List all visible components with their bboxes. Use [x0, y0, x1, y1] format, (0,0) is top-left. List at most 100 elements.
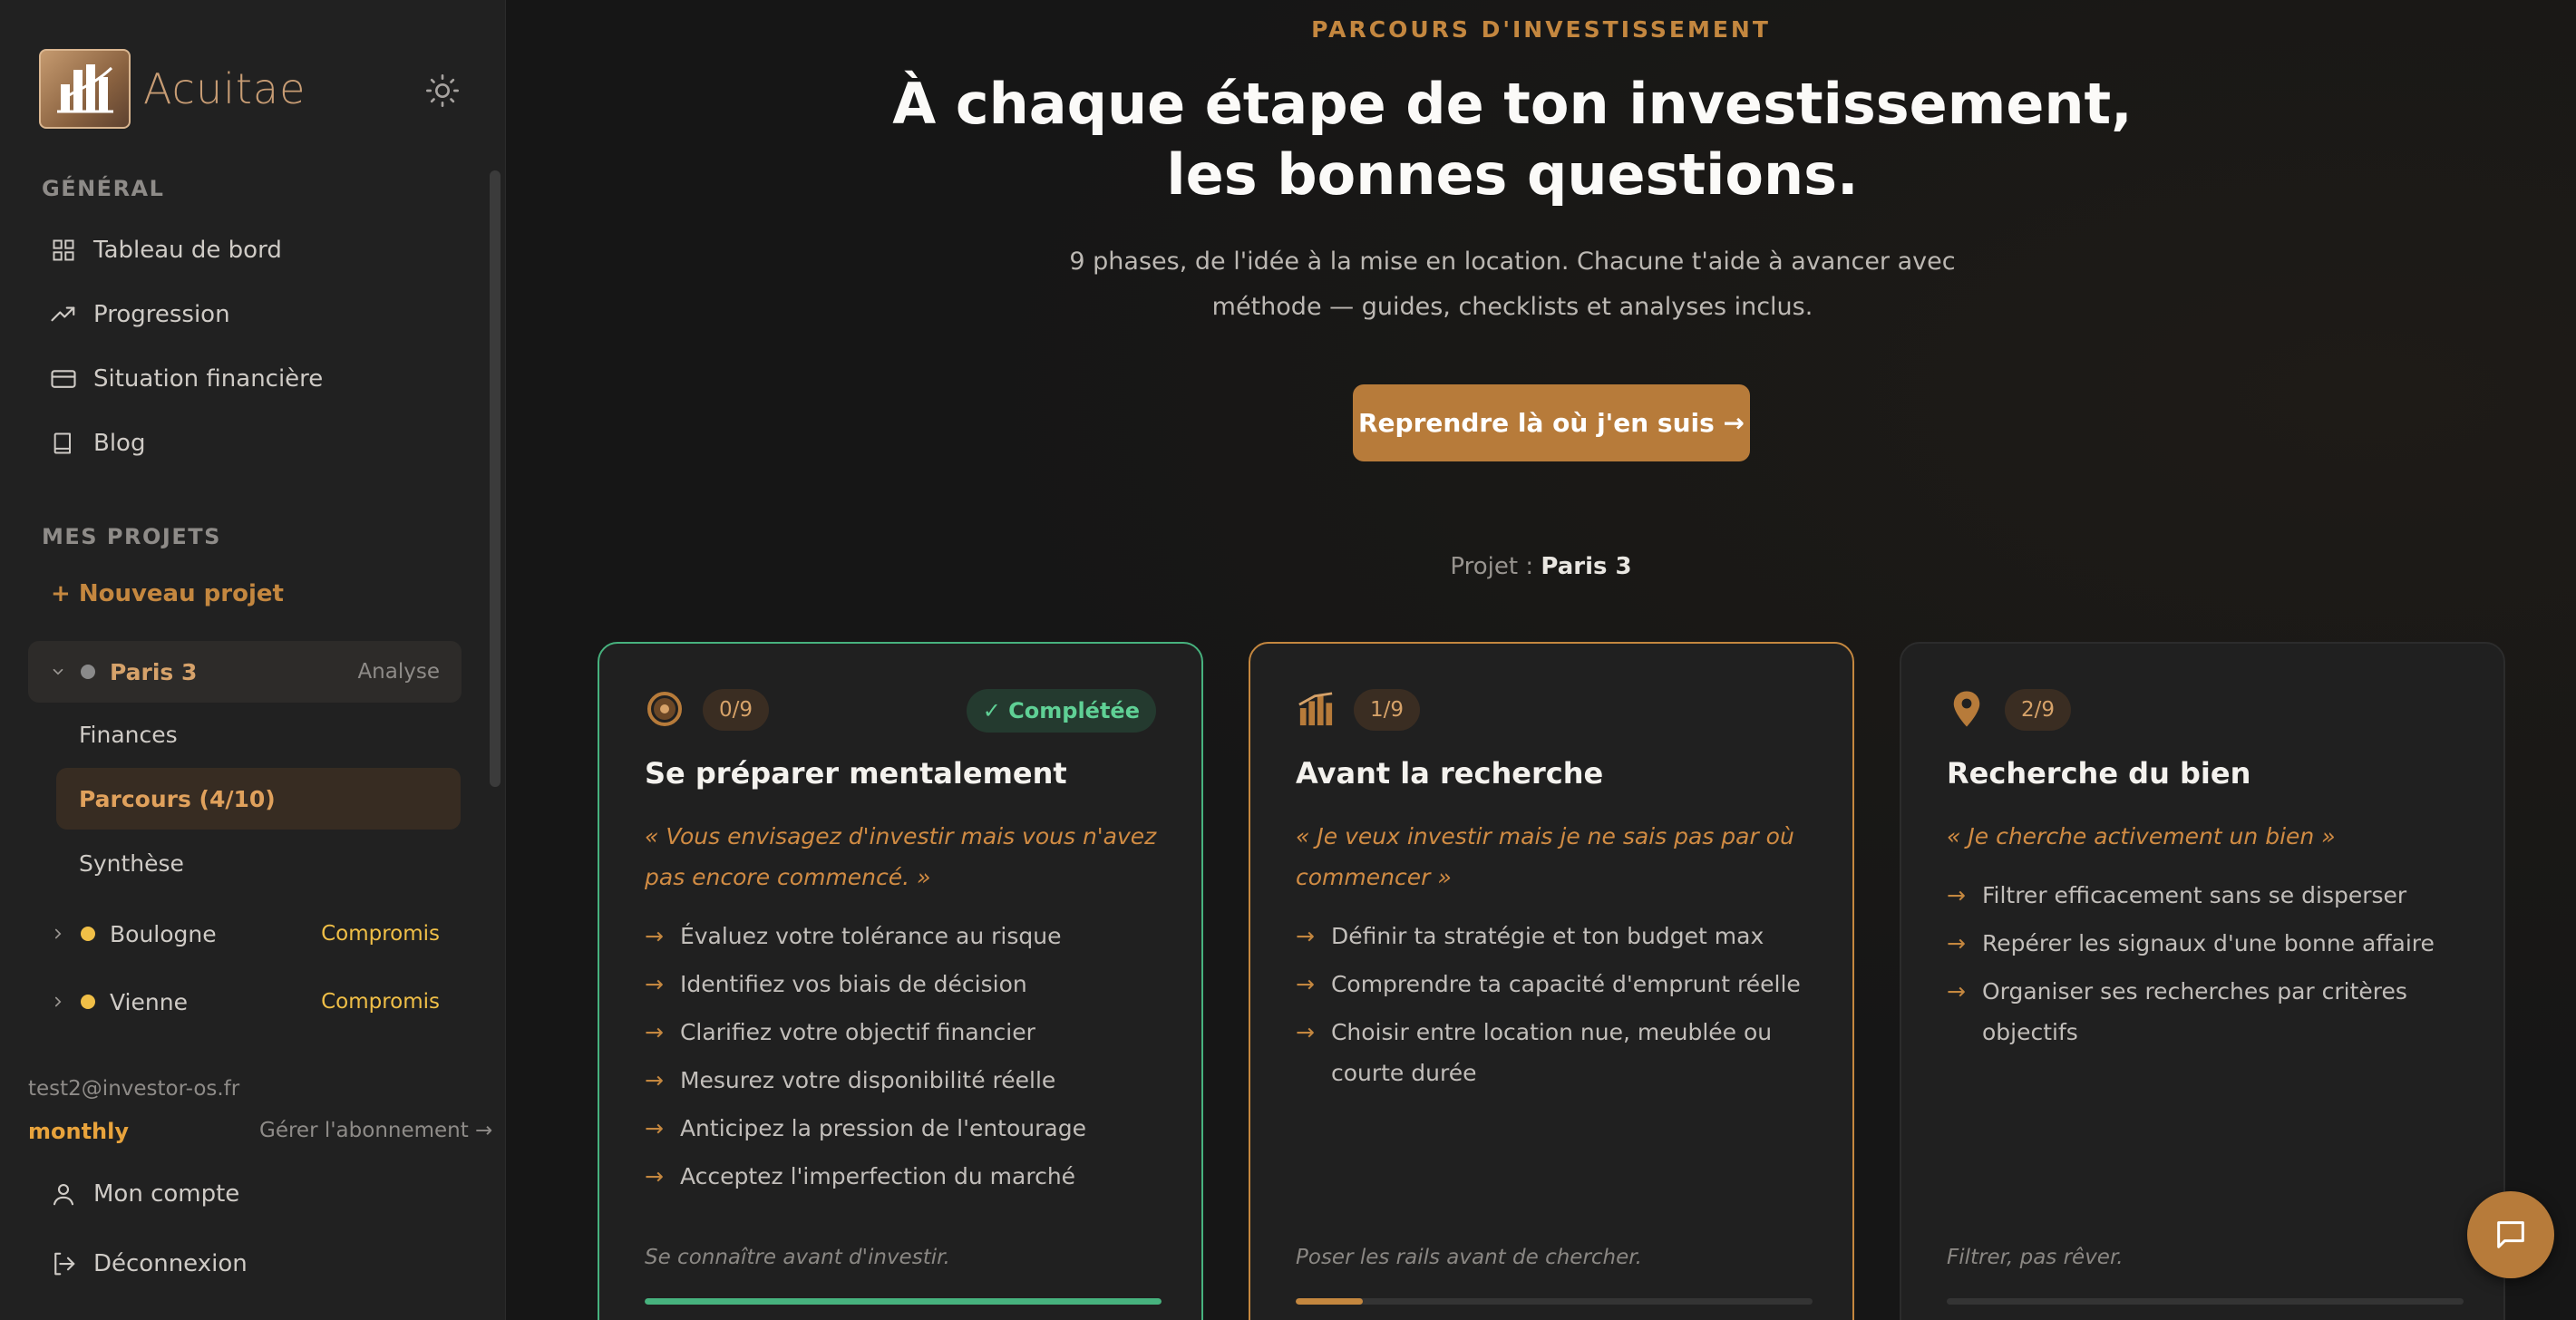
list-item: → Filtrer efficacement sans se disperser [1947, 875, 2482, 916]
current-project-label: Projet : Paris 3 [506, 553, 2576, 580]
card-title: Avant la recherche [1296, 756, 1604, 791]
sub-item-synthese[interactable]: Synthèse [56, 832, 461, 894]
sidebar-scrollbar[interactable] [490, 170, 501, 787]
manage-subscription-link[interactable]: Gérer l'abonnement → [259, 1119, 492, 1142]
chat-icon [2497, 1221, 2524, 1248]
new-project-button[interactable]: + Nouveau projet [51, 580, 284, 607]
chevron-down-icon[interactable] [48, 662, 68, 682]
target-icon [646, 691, 683, 727]
section-eyebrow: PARCOURS D'INVESTISSEMENT [1311, 16, 1771, 43]
card-tagline: Filtrer, pas rêver. [1947, 1246, 2124, 1269]
arrow-right-icon: → [645, 923, 664, 949]
sun-icon [426, 74, 459, 107]
project-name: Boulogne [110, 920, 217, 947]
arrow-right-icon: → [645, 1163, 664, 1189]
project-status-badge: Analyse [357, 660, 440, 684]
card-tagline: Poser les rails avant de chercher. [1296, 1246, 1642, 1269]
brand-logo[interactable]: Acuitae [39, 49, 306, 129]
progress-bar [1296, 1298, 1813, 1305]
list-item: → Comprendre ta capacité d'emprunt réelle [1296, 964, 1831, 1005]
project-status-badge: Compromis [321, 990, 440, 1014]
project-item-paris-3[interactable]: Paris 3 Analyse [28, 641, 462, 703]
arrow-right-icon: → [645, 1067, 664, 1093]
section-label-general: GÉNÉRAL [42, 176, 165, 201]
grid-icon [49, 236, 78, 265]
card-quote: « Je veux investir mais je ne sais pas p… [1296, 823, 1794, 890]
project-name: Vienne [110, 988, 188, 1015]
card-tagline: Se connaître avant d'investir. [645, 1246, 950, 1269]
list-item: → Évaluez votre tolérance au risque [645, 916, 1180, 956]
progress-fill [1296, 1298, 1364, 1305]
list-item: → Anticipez la pression de l'entourage [645, 1108, 1180, 1149]
project-item-vienne[interactable]: Vienne Compromis [28, 971, 462, 1033]
logout-button[interactable]: Déconnexion [49, 1242, 248, 1286]
arrow-right-icon: → [1296, 923, 1315, 949]
arrow-right-icon: → [645, 971, 664, 997]
card-quote: « Vous envisagez d'investir mais vous n'… [645, 823, 1157, 890]
resume-button[interactable]: Reprendre là où j'en suis → [1353, 384, 1750, 461]
list-item: → Identifiez vos biais de décision [645, 964, 1180, 1005]
status-dot [81, 927, 95, 941]
sub-item-finances[interactable]: Finances [56, 704, 461, 765]
progress-fill [645, 1298, 1162, 1305]
user-email: test2@investor-os.fr [28, 1077, 240, 1101]
card-quote: « Je cherche activement un bien » [1947, 823, 2336, 849]
list-item: → Clarifiez votre objectif financier [645, 1012, 1180, 1053]
project-name: Paris 3 [1541, 553, 1632, 580]
card-title: Se préparer mentalement [645, 756, 1067, 791]
list-item: → Organiser ses recherches par critères o… [1947, 971, 2482, 1053]
main-content: PARCOURS D'INVESTISSEMENT À chaque étape… [506, 0, 2576, 1320]
list-item: → Acceptez l'imperfection du marché [645, 1156, 1180, 1197]
project-name: Paris 3 [110, 658, 198, 685]
nav-financial-situation[interactable]: Situation financière [49, 357, 323, 401]
arrow-right-icon: → [645, 1019, 664, 1045]
nav-label: Blog [93, 430, 146, 457]
map-pin-icon [1949, 691, 1985, 727]
list-item: → Repérer les signaux d'une bonne affaire [1947, 923, 2482, 964]
logout-icon [49, 1249, 78, 1278]
chat-button[interactable] [2467, 1191, 2554, 1278]
progress-bar [645, 1298, 1162, 1305]
credit-card-icon [49, 364, 78, 393]
phase-card-1[interactable]: 1/9 Avant la recherche « Je veux investi… [1249, 642, 1854, 1320]
brand-name: Acuitae [143, 64, 306, 113]
progress-bar [1947, 1298, 2464, 1305]
phase-badge: 0/9 [703, 689, 770, 731]
section-label-projects: MES PROJETS [42, 524, 221, 549]
sub-item-parcours[interactable]: Parcours (4/10) [56, 768, 461, 830]
nav-dashboard[interactable]: Tableau de bord [49, 228, 282, 272]
theme-toggle-button[interactable] [421, 69, 464, 112]
phase-badge: 2/9 [2005, 689, 2072, 731]
app-root: Acuitae GÉNÉRAL Tableau de bord Progress… [0, 0, 2576, 1320]
chevron-right-icon[interactable] [48, 924, 68, 944]
status-dot [81, 665, 95, 679]
arrow-right-icon: → [1296, 971, 1315, 997]
status-dot [81, 995, 95, 1009]
page-subtitle: 9 phases, de l'idée à la mise en locatio… [1069, 248, 1956, 321]
chevron-right-icon[interactable] [48, 992, 68, 1012]
phase-card-0[interactable]: 0/9 ✓ Complétée Se préparer mentalement … [598, 642, 1203, 1320]
nav-progression[interactable]: Progression [49, 293, 230, 336]
phase-badge: 1/9 [1354, 689, 1421, 731]
subscription-plan: monthly [28, 1119, 130, 1144]
user-icon [49, 1179, 78, 1208]
arrow-right-icon: → [1947, 882, 1966, 908]
card-bullets: → Filtrer efficacement sans se disperser … [1947, 875, 2482, 1060]
list-item: → Définir ta stratégie et ton budget max [1296, 916, 1831, 956]
logout-label: Déconnexion [93, 1250, 248, 1277]
nav-blog[interactable]: Blog [49, 422, 145, 465]
phase-card-2[interactable]: 2/9 Recherche du bien « Je cherche activ… [1900, 642, 2505, 1320]
trending-up-icon [49, 300, 78, 329]
list-item: → Choisir entre location nue, meublée ou … [1296, 1012, 1831, 1093]
nav-label: Tableau de bord [93, 237, 282, 264]
project-prefix: Projet : [1450, 553, 1541, 580]
arrow-right-icon: → [1296, 1019, 1315, 1045]
card-bullets: → Évaluez votre tolérance au risque → Iden… [645, 916, 1180, 1204]
book-icon [49, 429, 78, 458]
list-item: → Mesurez votre disponibilité réelle [645, 1060, 1180, 1101]
nav-label: Situation financière [93, 365, 324, 393]
sidebar: Acuitae GÉNÉRAL Tableau de bord Progress… [0, 0, 506, 1320]
my-account-button[interactable]: Mon compte [49, 1172, 239, 1216]
card-bullets: → Définir ta stratégie et ton budget max … [1296, 916, 1831, 1101]
project-item-boulogne[interactable]: Boulogne Compromis [28, 903, 462, 965]
